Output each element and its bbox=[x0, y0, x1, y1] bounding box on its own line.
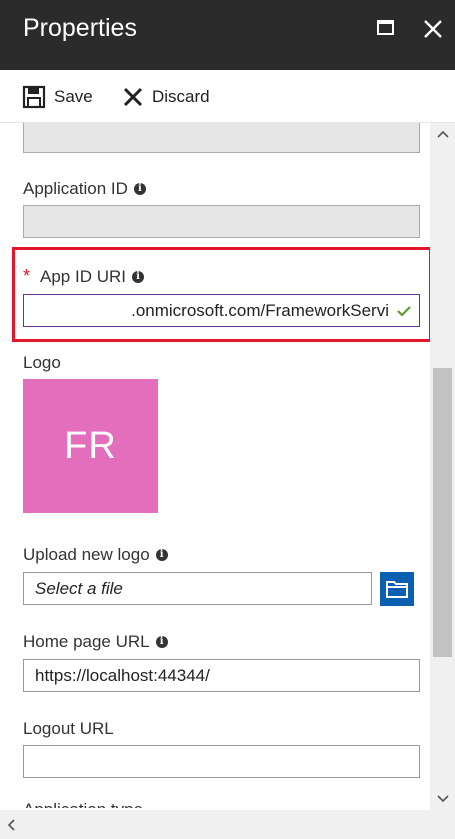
folder-icon bbox=[386, 581, 408, 598]
app-id-uri-label: * App ID URI i bbox=[23, 266, 144, 287]
application-type-label: Application type bbox=[23, 800, 144, 810]
checkmark-icon bbox=[397, 306, 411, 317]
discard-icon bbox=[123, 87, 143, 107]
file-placeholder: Select a file bbox=[35, 578, 123, 598]
scroll-down-icon[interactable] bbox=[430, 788, 455, 810]
panel-title: Properties bbox=[23, 14, 137, 42]
browse-folder-button[interactable] bbox=[380, 572, 414, 606]
app-id-uri-input[interactable]: .onmicrosoft.com/FrameworkServi bbox=[23, 294, 420, 327]
properties-form: Application ID i * App ID URI i .onmicroso… bbox=[0, 123, 430, 810]
save-icon bbox=[22, 85, 46, 109]
command-bar: Save Discard bbox=[0, 70, 455, 123]
discard-label: Discard bbox=[152, 87, 210, 106]
file-select-input[interactable]: Select a file bbox=[23, 572, 372, 605]
scroll-thumb[interactable] bbox=[433, 368, 452, 657]
logo-initials: FR bbox=[64, 424, 117, 467]
vertical-scrollbar[interactable] bbox=[430, 123, 455, 810]
title-bar: Properties bbox=[0, 0, 455, 70]
horizontal-scrollbar[interactable] bbox=[0, 810, 455, 839]
info-icon[interactable]: i bbox=[133, 183, 146, 195]
app-logo: FR bbox=[23, 379, 158, 513]
home-page-url-input[interactable]: https://localhost:44344/ bbox=[23, 659, 420, 692]
logout-url-label: Logout URL bbox=[23, 719, 114, 738]
close-icon[interactable] bbox=[420, 16, 446, 42]
application-id-label: Application ID i bbox=[23, 179, 146, 199]
home-page-url-value: https://localhost:44344/ bbox=[35, 665, 210, 685]
application-id-field bbox=[23, 205, 420, 238]
name-field bbox=[23, 123, 420, 153]
save-label: Save bbox=[54, 87, 93, 106]
info-icon[interactable]: i bbox=[132, 270, 144, 283]
logo-label: Logo bbox=[23, 353, 61, 372]
logout-url-input[interactable] bbox=[23, 745, 420, 778]
home-page-url-label: Home page URL i bbox=[23, 632, 168, 652]
discard-button[interactable]: Discard bbox=[122, 84, 210, 110]
maximize-icon[interactable] bbox=[373, 16, 399, 42]
info-icon[interactable]: i bbox=[155, 549, 168, 561]
upload-logo-label: Upload new logo i bbox=[23, 545, 168, 565]
info-icon[interactable]: i bbox=[155, 636, 168, 648]
save-button[interactable]: Save bbox=[22, 84, 93, 110]
scroll-left-icon[interactable] bbox=[0, 817, 22, 833]
required-marker: * bbox=[23, 266, 31, 286]
scroll-up-icon[interactable] bbox=[430, 123, 455, 145]
app-id-uri-value: .onmicrosoft.com/FrameworkServi bbox=[131, 300, 389, 320]
